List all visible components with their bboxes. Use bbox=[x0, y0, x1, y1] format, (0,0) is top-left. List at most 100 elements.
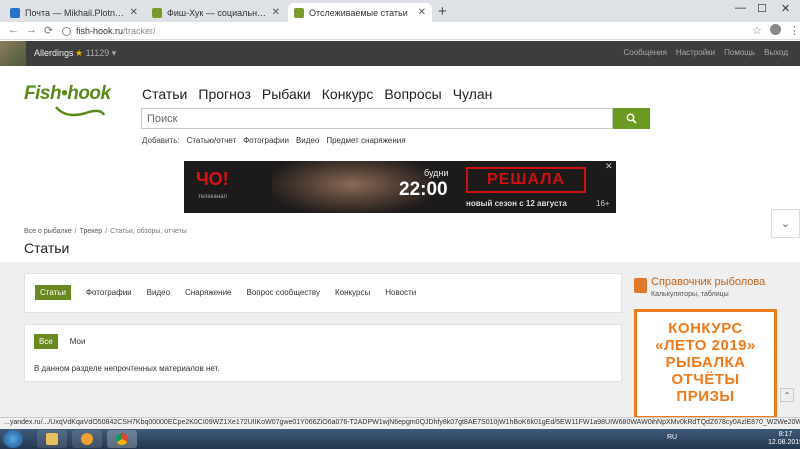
language-indicator[interactable]: RU bbox=[667, 434, 677, 441]
mail-favicon-icon bbox=[10, 7, 20, 18]
username[interactable]: Allerdings bbox=[34, 48, 74, 58]
banner-show-title: РЕШАЛА bbox=[466, 167, 586, 193]
system-clock[interactable]: 8:17 12.08.2019 bbox=[768, 431, 800, 447]
add-gear-link[interactable]: Предмет снаряжения bbox=[326, 136, 405, 145]
breadcrumb-separator: / bbox=[74, 228, 77, 235]
bookmark-star-icon[interactable]: ☆ bbox=[752, 24, 762, 37]
banner-time: 22:00 bbox=[399, 179, 448, 200]
close-icon[interactable]: ✕ bbox=[130, 7, 138, 18]
profile-avatar-icon[interactable] bbox=[770, 24, 781, 35]
promo-line: РЫБАЛКА bbox=[665, 354, 746, 371]
help-link[interactable]: Помощь bbox=[724, 48, 755, 57]
ad-banner[interactable]: ЧО! телеканал будни 22:00 РЕШАЛА новый с… bbox=[184, 161, 616, 213]
add-photo-link[interactable]: Фотографии bbox=[243, 136, 289, 145]
nav-fishers[interactable]: Рыбаки bbox=[262, 86, 311, 102]
breadcrumb-separator: / bbox=[105, 228, 108, 235]
scroll-up-button[interactable]: ⌃ bbox=[780, 388, 794, 402]
tab-gear[interactable]: Снаряжение bbox=[185, 288, 231, 297]
url-host: fish-hook.ru bbox=[76, 26, 124, 36]
banner-season: новый сезон с 12 августа bbox=[466, 199, 567, 208]
logout-link[interactable]: Выход bbox=[764, 48, 788, 57]
promo-line: ОТЧЁТЫ bbox=[671, 371, 740, 388]
filter-mine[interactable]: Мои bbox=[70, 337, 86, 346]
browser-tab-mail[interactable]: Почта — Mikhail.Plotnikov@aple... ✕ bbox=[4, 3, 144, 22]
tab-title: Отслеживаемые статьи bbox=[309, 7, 408, 18]
close-icon[interactable]: ✕ bbox=[418, 7, 426, 18]
banner-show-text: РЕШАЛА bbox=[487, 171, 565, 188]
scroll-down-button[interactable]: ⌄ bbox=[771, 209, 800, 238]
empty-message: В данном разделе непрочтенных материалов… bbox=[34, 364, 220, 373]
tab-photos[interactable]: Фотографии bbox=[86, 288, 132, 297]
contest-promo-banner[interactable]: КОНКУРС «ЛЕТО 2019» РЫБАЛКА ОТЧЁТЫ ПРИЗЫ bbox=[634, 309, 777, 419]
browser-tab-tracker[interactable]: Отслеживаемые статьи ✕ bbox=[288, 3, 432, 22]
promo-line: КОНКУРС bbox=[668, 320, 743, 337]
new-tab-icon[interactable]: + bbox=[438, 3, 447, 20]
add-article-link[interactable]: Статью/отчет bbox=[187, 136, 237, 145]
user-menu: Сообщения Настройки Помощь Выход bbox=[624, 48, 789, 57]
fishhook-favicon-icon bbox=[294, 7, 304, 18]
chrome-icon bbox=[116, 433, 128, 445]
tab-articles[interactable]: Статьи bbox=[35, 285, 71, 300]
nav-contest[interactable]: Конкурс bbox=[322, 86, 374, 102]
minimize-icon[interactable]: — bbox=[735, 2, 746, 14]
address-bar[interactable]: fish-hook.ru/tracker/ bbox=[62, 24, 762, 38]
reload-icon[interactable]: ⟳ bbox=[44, 24, 53, 37]
start-button[interactable] bbox=[3, 430, 23, 448]
tab-news[interactable]: Новости bbox=[385, 288, 416, 297]
status-bar-url: ...yandex.ru/.../UxqVdKqaVdO50842CSH7Kbq… bbox=[0, 417, 800, 429]
tab-video[interactable]: Видео bbox=[147, 288, 170, 297]
tab-title: Почта — Mikhail.Plotnikov@aple... bbox=[25, 7, 126, 18]
add-content-row: Добавить: Статью/отчет Фотографии Видео … bbox=[142, 136, 406, 145]
site-logo[interactable]: Fish•hook bbox=[24, 83, 124, 121]
content-type-tabs: Статьи Фотографии Видео Снаряжение Вопро… bbox=[24, 273, 622, 313]
banner-age-rating: 16+ bbox=[596, 199, 610, 208]
messages-link[interactable]: Сообщения bbox=[624, 48, 667, 57]
sidebar-reference-subtitle: Калькуляторы, таблицы bbox=[651, 291, 729, 298]
breadcrumb-item[interactable]: Трекер bbox=[80, 228, 103, 235]
browser-tab-fishhook[interactable]: Фиш-Хук — социальная сеть ры... ✕ bbox=[146, 3, 286, 22]
nav-closet[interactable]: Чулан bbox=[453, 86, 493, 102]
search-input[interactable]: Поиск bbox=[141, 108, 613, 129]
promo-line: ПРИЗЫ bbox=[676, 388, 735, 405]
close-icon[interactable]: ✕ bbox=[272, 7, 280, 18]
breadcrumb-item[interactable]: Все о рыбалке bbox=[24, 228, 72, 235]
banner-logo: ЧО! bbox=[196, 169, 229, 189]
tab-title: Фиш-Хук — социальная сеть ры... bbox=[167, 7, 268, 18]
avatar[interactable] bbox=[0, 41, 26, 66]
user-score[interactable]: ★ 11129 ▾ bbox=[75, 48, 116, 59]
nav-articles[interactable]: Статьи bbox=[142, 86, 187, 102]
tab-community-question[interactable]: Вопрос сообществу bbox=[247, 288, 321, 297]
forward-arrow-icon[interactable]: → bbox=[26, 24, 37, 36]
nav-questions[interactable]: Вопросы bbox=[384, 86, 441, 102]
taskbar-chrome[interactable] bbox=[107, 430, 137, 448]
clock-time: 8:17 bbox=[778, 431, 793, 438]
filter-all[interactable]: Все bbox=[34, 334, 58, 349]
menu-dots-icon[interactable]: ⋮ bbox=[789, 24, 800, 37]
search-button[interactable] bbox=[613, 108, 650, 129]
browser-toolbar: ← → ⟳ fish-hook.ru/tracker/ ☆ ⋮ bbox=[0, 22, 800, 40]
close-window-icon[interactable]: ✕ bbox=[781, 2, 790, 15]
info-icon[interactable] bbox=[62, 26, 71, 36]
breadcrumb-current: Статьи, обзоры, отчеты bbox=[110, 228, 187, 235]
browser-tab-strip: Почта — Mikhail.Plotnikov@aple... ✕ Фиш-… bbox=[0, 0, 800, 22]
fishhook-favicon-icon bbox=[152, 7, 162, 18]
settings-link[interactable]: Настройки bbox=[676, 48, 715, 57]
taskbar-explorer[interactable] bbox=[37, 430, 67, 448]
search-icon bbox=[626, 113, 637, 124]
score-value: 11129 bbox=[85, 48, 110, 58]
close-icon[interactable]: ✕ bbox=[605, 161, 613, 172]
add-video-link[interactable]: Видео bbox=[296, 136, 319, 145]
banner-days: будни bbox=[424, 168, 449, 178]
back-arrow-icon[interactable]: ← bbox=[8, 24, 19, 36]
site-user-bar: Allerdings ★ 11129 ▾ Сообщения Настройки… bbox=[0, 41, 800, 66]
taskbar-app[interactable] bbox=[72, 430, 102, 448]
articles-panel: Все Мои В данном разделе непрочтенных ма… bbox=[24, 324, 622, 382]
sidebar-reference-title[interactable]: Справочник рыболова bbox=[651, 276, 765, 288]
app-icon bbox=[81, 433, 93, 445]
chevron-up-icon: ⌃ bbox=[783, 390, 791, 400]
logo-text: Fish•hook bbox=[24, 83, 111, 104]
nav-forecast[interactable]: Прогноз bbox=[198, 86, 251, 102]
maximize-icon[interactable]: ☐ bbox=[757, 2, 767, 15]
promo-line: «ЛЕТО 2019» bbox=[655, 337, 756, 354]
tab-contests[interactable]: Конкурсы bbox=[335, 288, 370, 297]
